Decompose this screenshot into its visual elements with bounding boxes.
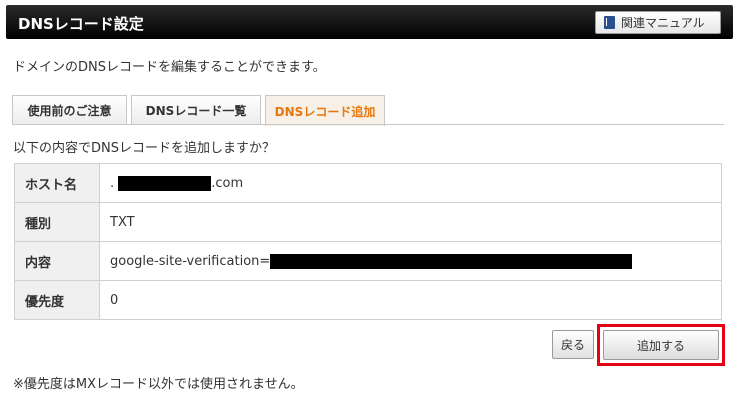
book-icon <box>604 16 615 29</box>
page-header: DNSレコード設定 関連マニュアル <box>6 5 733 39</box>
content-value-cell: google-site-verification= <box>99 241 722 281</box>
page-title: DNSレコード設定 <box>18 15 144 33</box>
related-manual-label: 関連マニュアル <box>621 16 705 30</box>
type-value: TXT <box>99 202 722 242</box>
hostname-label: ホスト名 <box>14 163 100 203</box>
hostname-prefix: . <box>110 175 115 191</box>
add-button-highlight: 追加する <box>597 324 725 366</box>
redacted-content <box>270 253 633 269</box>
table-row: ホスト名 . .com <box>14 163 722 203</box>
related-manual-button[interactable]: 関連マニュアル <box>595 11 721 34</box>
record-confirm-table: ホスト名 . .com 種別 TXT 内容 google-site-verifi… <box>14 163 722 320</box>
hostname-value: . .com <box>99 163 722 203</box>
redacted-hostname <box>118 175 212 191</box>
page-description: ドメインのDNSレコードを編集することができます。 <box>13 60 326 75</box>
tab-precautions[interactable]: 使用前のご注意 <box>12 95 127 125</box>
confirm-question: 以下の内容でDNSレコードを追加しますか？ <box>13 141 275 156</box>
priority-footnote: ※優先度はMXレコード以外では使用されません。 <box>13 377 304 392</box>
table-row: 種別 TXT <box>14 202 722 242</box>
tab-dns-record-add[interactable]: DNSレコード追加 <box>265 95 385 126</box>
table-row: 内容 google-site-verification= <box>14 241 722 281</box>
table-row: 優先度 0 <box>14 280 722 320</box>
priority-value: 0 <box>99 280 722 320</box>
tab-divider <box>12 124 724 125</box>
priority-label: 優先度 <box>14 280 100 320</box>
type-label: 種別 <box>14 202 100 242</box>
tab-dns-record-list[interactable]: DNSレコード一覧 <box>131 95 261 125</box>
add-button[interactable]: 追加する <box>603 330 719 360</box>
hostname-suffix: .com <box>211 175 244 191</box>
content-value: google-site-verification= <box>110 253 271 269</box>
content-label: 内容 <box>14 241 100 281</box>
back-button[interactable]: 戻る <box>552 330 594 359</box>
